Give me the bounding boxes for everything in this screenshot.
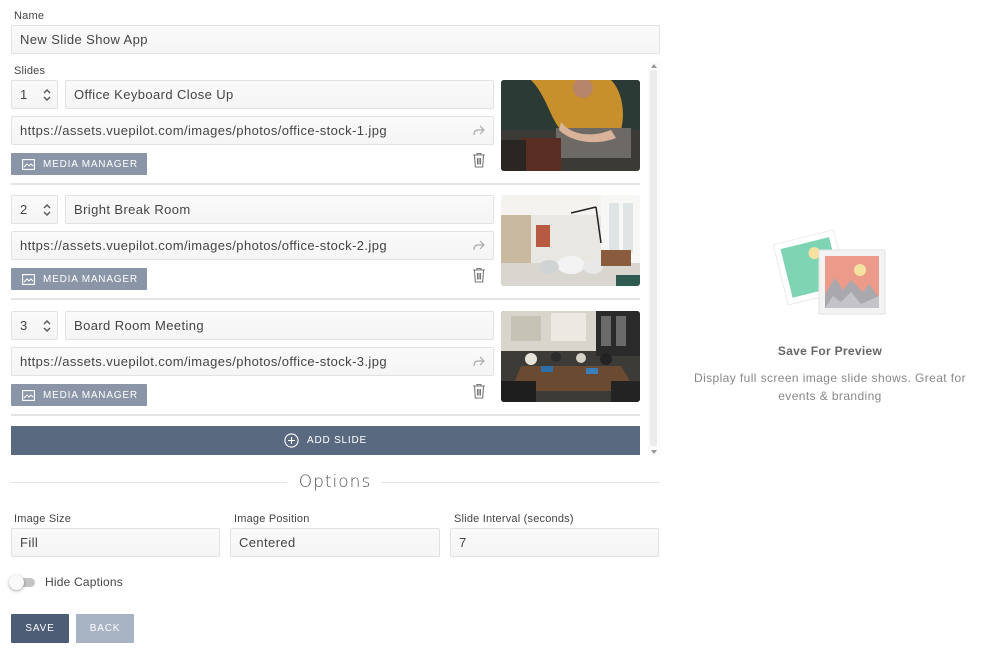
plus-circle-icon <box>284 433 299 448</box>
slide-divider <box>11 414 640 416</box>
share-icon[interactable] <box>472 355 486 369</box>
slide-item: 1 Office Keyboard Close Up https://asset… <box>11 80 640 195</box>
add-slide-label: ADD SLIDE <box>307 435 367 446</box>
slide-interval-input[interactable]: 7 <box>450 528 659 557</box>
slide-title-input[interactable]: Board Room Meeting <box>65 311 494 340</box>
slide-divider <box>11 183 640 185</box>
save-button[interactable]: SAVE <box>11 614 69 643</box>
slide-number-value: 3 <box>20 318 28 333</box>
slide-interval-label: Slide Interval (seconds) <box>454 513 574 525</box>
media-manager-label: MEDIA MANAGER <box>43 158 138 170</box>
slides-label: Slides <box>14 65 46 77</box>
hide-captions-toggle[interactable] <box>9 575 37 590</box>
slide-number-input[interactable]: 2 <box>11 195 58 224</box>
slide-number-input[interactable]: 1 <box>11 80 58 109</box>
slide-number-input[interactable]: 3 <box>11 311 58 340</box>
slides-scrollbar[interactable] <box>648 62 660 456</box>
trash-icon[interactable] <box>472 383 486 399</box>
media-manager-label: MEDIA MANAGER <box>43 273 138 285</box>
slide-thumbnail <box>501 311 640 402</box>
scroll-down-arrow[interactable] <box>651 450 657 454</box>
hide-captions-label: Hide Captions <box>45 575 123 589</box>
image-icon <box>22 273 35 285</box>
slide-thumbnail <box>501 80 640 171</box>
media-manager-button[interactable]: MEDIA MANAGER <box>11 153 147 175</box>
scrollbar-thumb[interactable] <box>650 70 657 446</box>
slide-url-input[interactable]: https://assets.vuepilot.com/images/photo… <box>11 116 494 145</box>
options-divider-left <box>11 482 287 483</box>
image-icon <box>22 389 35 401</box>
spinner-icon[interactable] <box>43 203 51 217</box>
toggle-knob <box>9 575 24 590</box>
slide-title-input[interactable]: Office Keyboard Close Up <box>65 80 494 109</box>
image-position-label: Image Position <box>234 513 310 525</box>
slide-title-input[interactable]: Bright Break Room <box>65 195 494 224</box>
share-icon[interactable] <box>472 239 486 253</box>
slide-url-input[interactable]: https://assets.vuepilot.com/images/photo… <box>11 347 494 376</box>
slide-number-value: 2 <box>20 202 28 217</box>
trash-icon[interactable] <box>472 267 486 283</box>
options-title: Options <box>298 472 372 492</box>
options-divider-right <box>381 482 660 483</box>
image-position-select[interactable]: Centered <box>230 528 440 557</box>
image-icon <box>22 158 35 170</box>
slide-url-input[interactable]: https://assets.vuepilot.com/images/photo… <box>11 231 494 260</box>
name-label: Name <box>14 10 45 22</box>
preview-description: Display full screen image slide shows. G… <box>694 371 966 403</box>
slide-url-value: https://assets.vuepilot.com/images/photo… <box>20 238 387 253</box>
image-size-label: Image Size <box>14 513 72 525</box>
photos-icon <box>773 229 886 315</box>
name-input[interactable]: New Slide Show App <box>11 25 660 54</box>
image-size-select[interactable]: Fill <box>11 528 220 557</box>
back-button[interactable]: BACK <box>76 614 134 643</box>
preview-title: Save For Preview <box>777 344 883 358</box>
slides-list: 1 Office Keyboard Close Up https://asset… <box>11 80 660 456</box>
slide-url-value: https://assets.vuepilot.com/images/photo… <box>20 354 387 369</box>
spinner-icon[interactable] <box>43 88 51 102</box>
trash-icon[interactable] <box>472 152 486 168</box>
media-manager-button[interactable]: MEDIA MANAGER <box>11 384 147 406</box>
slide-thumbnail <box>501 195 640 286</box>
slide-url-value: https://assets.vuepilot.com/images/photo… <box>20 123 387 138</box>
media-manager-label: MEDIA MANAGER <box>43 389 138 401</box>
spinner-icon[interactable] <box>43 319 51 333</box>
slide-item: 2 Bright Break Room https://assets.vuepi… <box>11 195 640 310</box>
add-slide-button[interactable]: ADD SLIDE <box>11 426 640 455</box>
slide-number-value: 1 <box>20 87 28 102</box>
slide-item: 3 Board Room Meeting https://assets.vuep… <box>11 311 640 426</box>
scroll-up-arrow[interactable] <box>651 64 657 68</box>
media-manager-button[interactable]: MEDIA MANAGER <box>11 268 147 290</box>
share-icon[interactable] <box>472 124 486 138</box>
slide-divider <box>11 298 640 300</box>
